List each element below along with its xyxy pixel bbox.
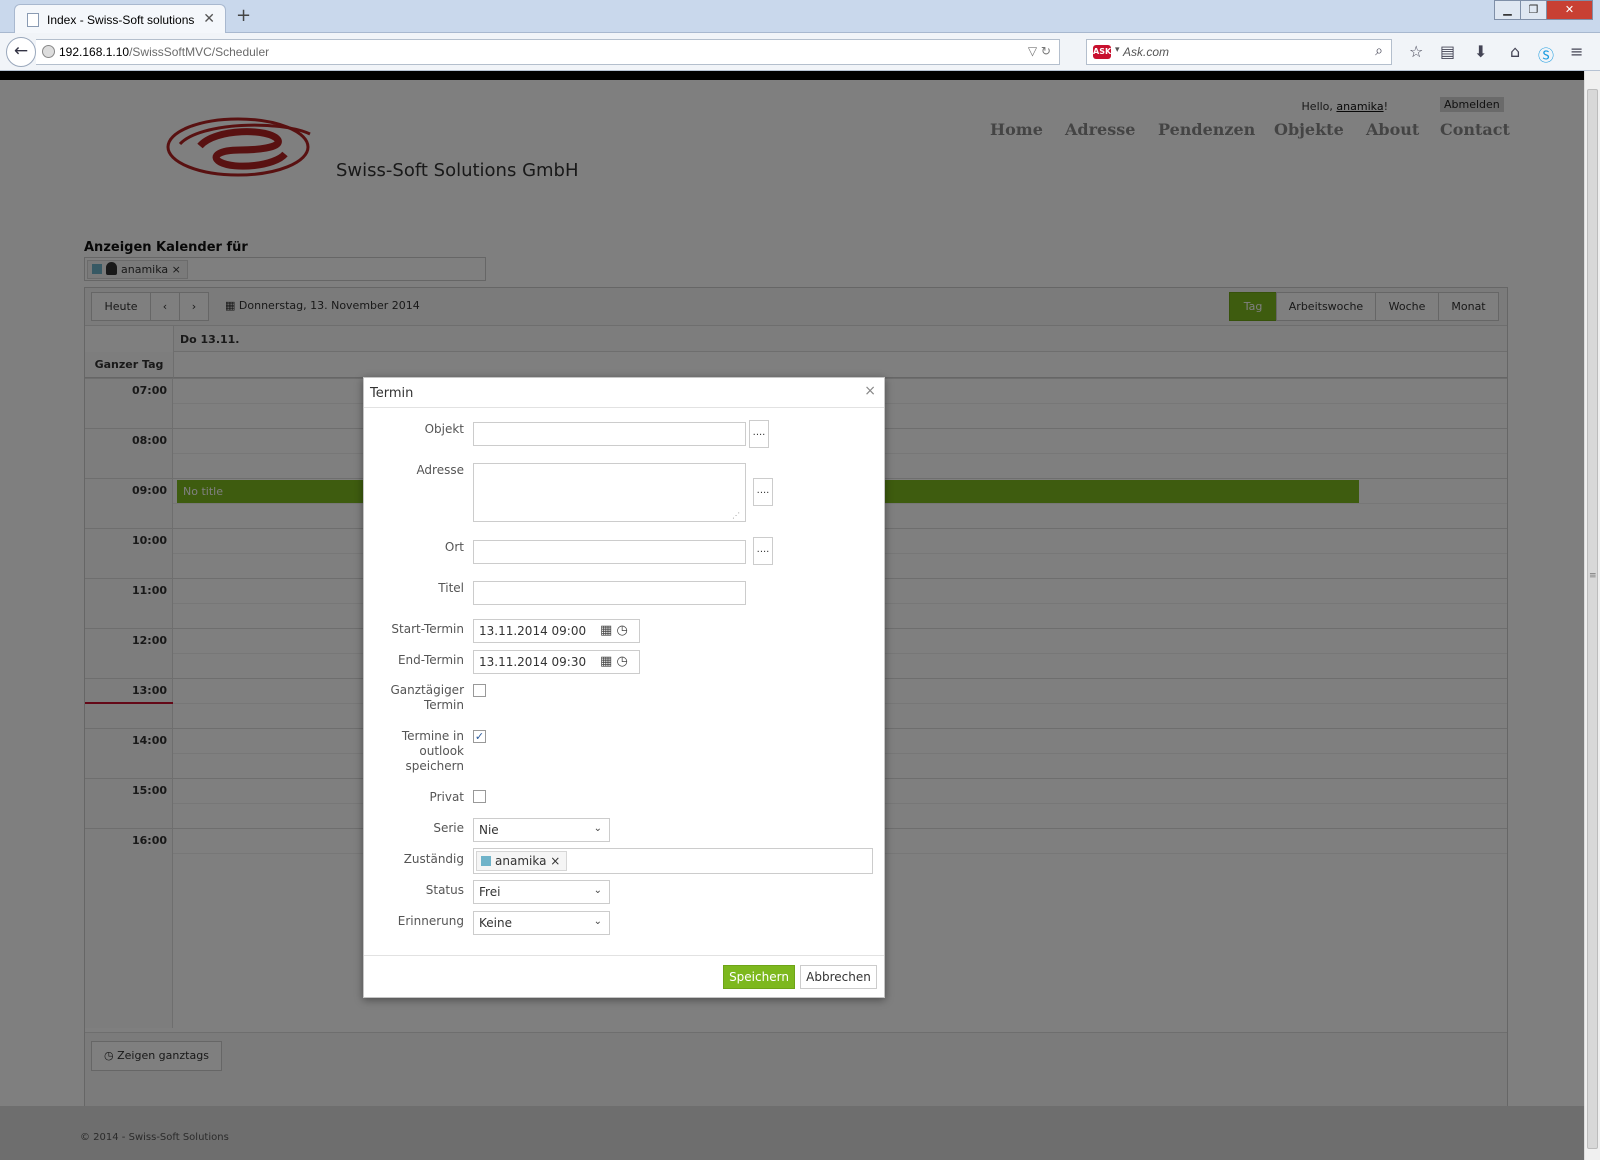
adresse-label: Adresse <box>416 463 464 477</box>
start-label: Start-Termin <box>391 622 464 636</box>
home-icon[interactable]: ⌂ <box>1510 42 1520 61</box>
erinnerung-label: Erinnerung <box>397 914 464 928</box>
globe-icon <box>42 45 55 58</box>
outlook-checkbox-label: Termine in outlook speichern <box>401 729 464 773</box>
termin-dialog: Termin × Objekt .... Adresse ⋰ .... Ort … <box>363 377 885 998</box>
ask-engine-icon[interactable]: ASK <box>1093 45 1111 59</box>
serie-select[interactable]: Nie ⌄ <box>473 818 610 842</box>
minimize-icon[interactable]: ▁ <box>1494 0 1521 20</box>
new-tab-icon[interactable]: + <box>236 5 251 26</box>
bookmarks-list-icon[interactable]: ▤ <box>1440 42 1455 61</box>
ort-field[interactable] <box>473 540 746 564</box>
back-arrow-icon[interactable]: ← <box>6 37 36 67</box>
objekt-label: Objekt <box>424 422 464 436</box>
dialog-header: Termin × <box>364 378 884 408</box>
calendar-icon[interactable]: ▦ <box>600 654 612 669</box>
dialog-footer: Speichern Abbrechen <box>364 955 884 999</box>
ort-picker-button[interactable]: .... <box>753 537 773 565</box>
chevron-down-icon[interactable]: ▾ <box>1115 45 1120 55</box>
chevron-down-icon: ⌄ <box>593 885 602 896</box>
end-datetime-field[interactable]: 13.11.2014 09:30 <box>473 650 598 674</box>
search-icon[interactable]: ⌕ <box>1375 43 1383 59</box>
bookmark-star-icon[interactable]: ☆ <box>1409 42 1423 61</box>
resize-handle-icon[interactable]: ⋰ <box>732 511 740 520</box>
ort-label: Ort <box>444 540 464 554</box>
page-top-bar <box>0 71 1584 80</box>
url-text: 192.168.1.10/SwissSoftMVC/Scheduler <box>59 45 270 59</box>
allday-checkbox[interactable] <box>473 684 486 697</box>
page-icon <box>27 13 39 27</box>
privat-checkbox[interactable] <box>473 790 486 803</box>
menu-icon[interactable]: ≡ <box>1570 42 1583 61</box>
page-scrollbar[interactable]: ≡ <box>1584 71 1600 1160</box>
zustaendig-multiselect[interactable]: anamika × <box>473 848 873 874</box>
chevron-down-icon: ⌄ <box>593 823 602 834</box>
window-close-icon[interactable]: ✕ <box>1546 0 1593 20</box>
adresse-field[interactable] <box>473 463 746 522</box>
reload-icon[interactable]: ▽ ↻ <box>1028 44 1051 58</box>
browser-tab[interactable]: Index - Swiss-Soft solutions ✕ <box>14 4 226 34</box>
skype-icon[interactable]: Ⓢ <box>1538 42 1554 66</box>
privat-label: Privat <box>429 790 464 804</box>
serie-label: Serie <box>433 821 464 835</box>
chevron-down-icon: ⌄ <box>593 916 602 927</box>
search-placeholder: Ask.com <box>1123 45 1170 59</box>
adresse-picker-button[interactable]: .... <box>753 478 773 506</box>
zustaendig-user-chip[interactable]: anamika × <box>476 851 568 871</box>
tab-title: Index - Swiss-Soft solutions <box>47 13 195 27</box>
objekt-picker-button[interactable]: .... <box>749 420 769 448</box>
search-bar[interactable]: ASK ▾ Ask.com ⌕ <box>1086 39 1392 65</box>
close-icon[interactable]: × <box>864 383 876 399</box>
scrollbar-thumb[interactable] <box>1587 89 1598 1149</box>
outlook-checkbox[interactable]: ✓ <box>473 730 486 743</box>
dialog-title: Termin <box>370 386 414 401</box>
allday-checkbox-label: Ganztägiger Termin <box>390 683 465 712</box>
end-label: End-Termin <box>397 653 464 667</box>
restore-icon[interactable]: ❐ <box>1520 0 1547 20</box>
zustaendig-label: Zuständig <box>403 852 464 866</box>
erinnerung-select[interactable]: Keine ⌄ <box>473 911 610 935</box>
cancel-button[interactable]: Abbrechen <box>800 965 877 989</box>
status-label: Status <box>425 883 464 897</box>
browser-tabbar: Index - Swiss-Soft solutions ✕ + ▁ ❐ ✕ <box>0 0 1600 34</box>
clock-icon[interactable]: ◷ <box>616 654 627 669</box>
start-datetime-field[interactable]: 13.11.2014 09:00 <box>473 619 598 643</box>
download-icon[interactable]: ⬇ <box>1474 42 1487 61</box>
url-bar[interactable]: 192.168.1.10/SwissSoftMVC/Scheduler ▽ ↻ <box>36 39 1060 65</box>
browser-navbar: ← 192.168.1.10/SwissSoftMVC/Scheduler ▽ … <box>0 33 1600 71</box>
calendar-icon[interactable]: ▦ <box>600 623 612 638</box>
clock-icon[interactable]: ◷ <box>616 623 627 638</box>
close-tab-icon[interactable]: ✕ <box>203 11 215 27</box>
titel-field[interactable] <box>473 581 746 605</box>
remove-icon[interactable]: × <box>550 854 560 868</box>
objekt-field[interactable] <box>473 422 746 446</box>
save-button[interactable]: Speichern <box>723 965 795 989</box>
titel-label: Titel <box>438 581 464 595</box>
scroll-grip-icon: ≡ <box>1589 571 1597 581</box>
user-color-swatch <box>481 856 491 866</box>
status-select[interactable]: Frei ⌄ <box>473 880 610 904</box>
